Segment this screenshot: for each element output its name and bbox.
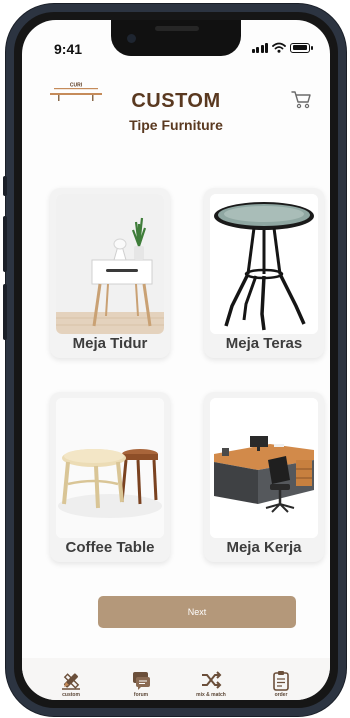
wifi-icon [272,42,286,53]
coffee-table-image [56,398,164,538]
next-button[interactable]: Next [98,596,296,628]
category-label: Meja Teras [225,335,303,352]
category-card-meja-tidur[interactable]: Meja Tidur [50,188,170,358]
tab-forum[interactable]: forum [121,669,161,698]
category-card-meja-teras[interactable]: Meja Teras [204,188,324,358]
category-label: Meja Kerja [226,539,302,556]
phone-bezel: 9:41 CURI CUSTOM Tipe Furniture Meja Tid… [14,12,338,708]
tab-label: order [274,691,288,698]
tab-label: custom [62,691,80,698]
front-camera [127,34,136,43]
speaker [155,26,199,31]
notch [111,20,241,56]
tab-order[interactable]: order [261,669,301,698]
phone-frame: 9:41 CURI CUSTOM Tipe Furniture Meja Tid… [3,4,346,716]
page-title: CUSTOM [131,90,221,112]
pencil-ruler-icon [62,672,80,690]
nightstand-image [56,194,164,334]
bottom-tab-bar: custom forum mix & match order [22,658,330,700]
work-desk-image [210,398,318,538]
battery-icon [290,42,313,53]
status-icons [251,42,313,53]
signal-icon [251,42,268,53]
category-card-meja-kerja[interactable]: Meja Kerja [204,392,324,562]
volume-down-button [3,284,7,340]
tab-label: forum [133,691,149,698]
chat-icon [133,671,150,690]
shuffle-icon [202,670,222,689]
app-screen: 9:41 CURI CUSTOM Tipe Furniture Meja Tid… [22,20,330,700]
clipboard-icon [273,670,289,691]
logo-text: CURI [70,83,83,89]
mute-switch [3,176,7,196]
tab-label: mix & match [196,691,226,698]
category-label: Meja Tidur [72,335,148,352]
tab-mix-match[interactable]: mix & match [191,669,231,698]
status-time: 9:41 [54,41,83,57]
category-card-coffee-table[interactable]: Coffee Table [50,392,170,562]
cart-icon[interactable] [290,88,312,110]
tab-custom[interactable]: custom [51,669,91,698]
volume-up-button [3,216,7,272]
page-subtitle: Tipe Furniture [129,117,223,133]
category-label: Coffee Table [65,539,155,556]
patio-table-image [210,194,318,334]
